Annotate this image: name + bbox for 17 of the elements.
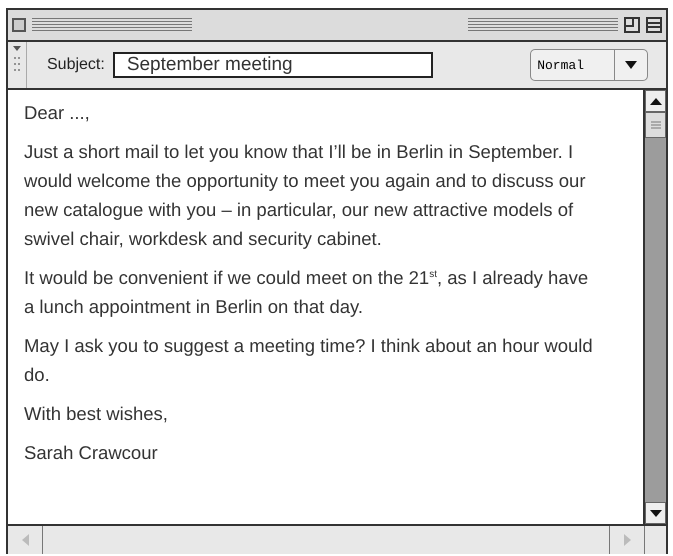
close-box-icon[interactable] <box>12 18 26 32</box>
grip-icon[interactable] <box>12 46 22 74</box>
subject-field[interactable]: September meeting <box>112 52 433 78</box>
scroll-up-icon[interactable] <box>650 98 662 104</box>
collapse-box-icon[interactable] <box>646 17 662 33</box>
subject-label: Subject: <box>47 56 105 74</box>
paragraph: Dear ..., <box>24 101 91 125</box>
zoom-box-icon[interactable] <box>624 17 640 33</box>
format-dropdown[interactable]: Normal <box>530 49 648 81</box>
paragraph: May I ask you to suggest a meeting time? I think about an hour would do. <box>24 334 594 387</box>
paragraph: Sarah Crawcour <box>24 441 159 465</box>
scroll-thumb[interactable] <box>645 112 666 138</box>
caret-icon <box>625 61 637 69</box>
paragraph: It would be convenient if we could meet on the 21$^{st}$, as I already have a lunch appointment in Berlin on that day. <box>24 266 590 319</box>
paragraph: With best wishes, <box>24 402 169 426</box>
scroll-down-icon[interactable] <box>650 510 662 516</box>
paragraph: Just a short mail to let you know that I’ll be in Berlin in September. I would welcome the opportunity to meet you again and to discuss our new catalogue with you – in particular, our new attractive models of swivel chair, workdesk and security cabinet. <box>24 140 586 251</box>
